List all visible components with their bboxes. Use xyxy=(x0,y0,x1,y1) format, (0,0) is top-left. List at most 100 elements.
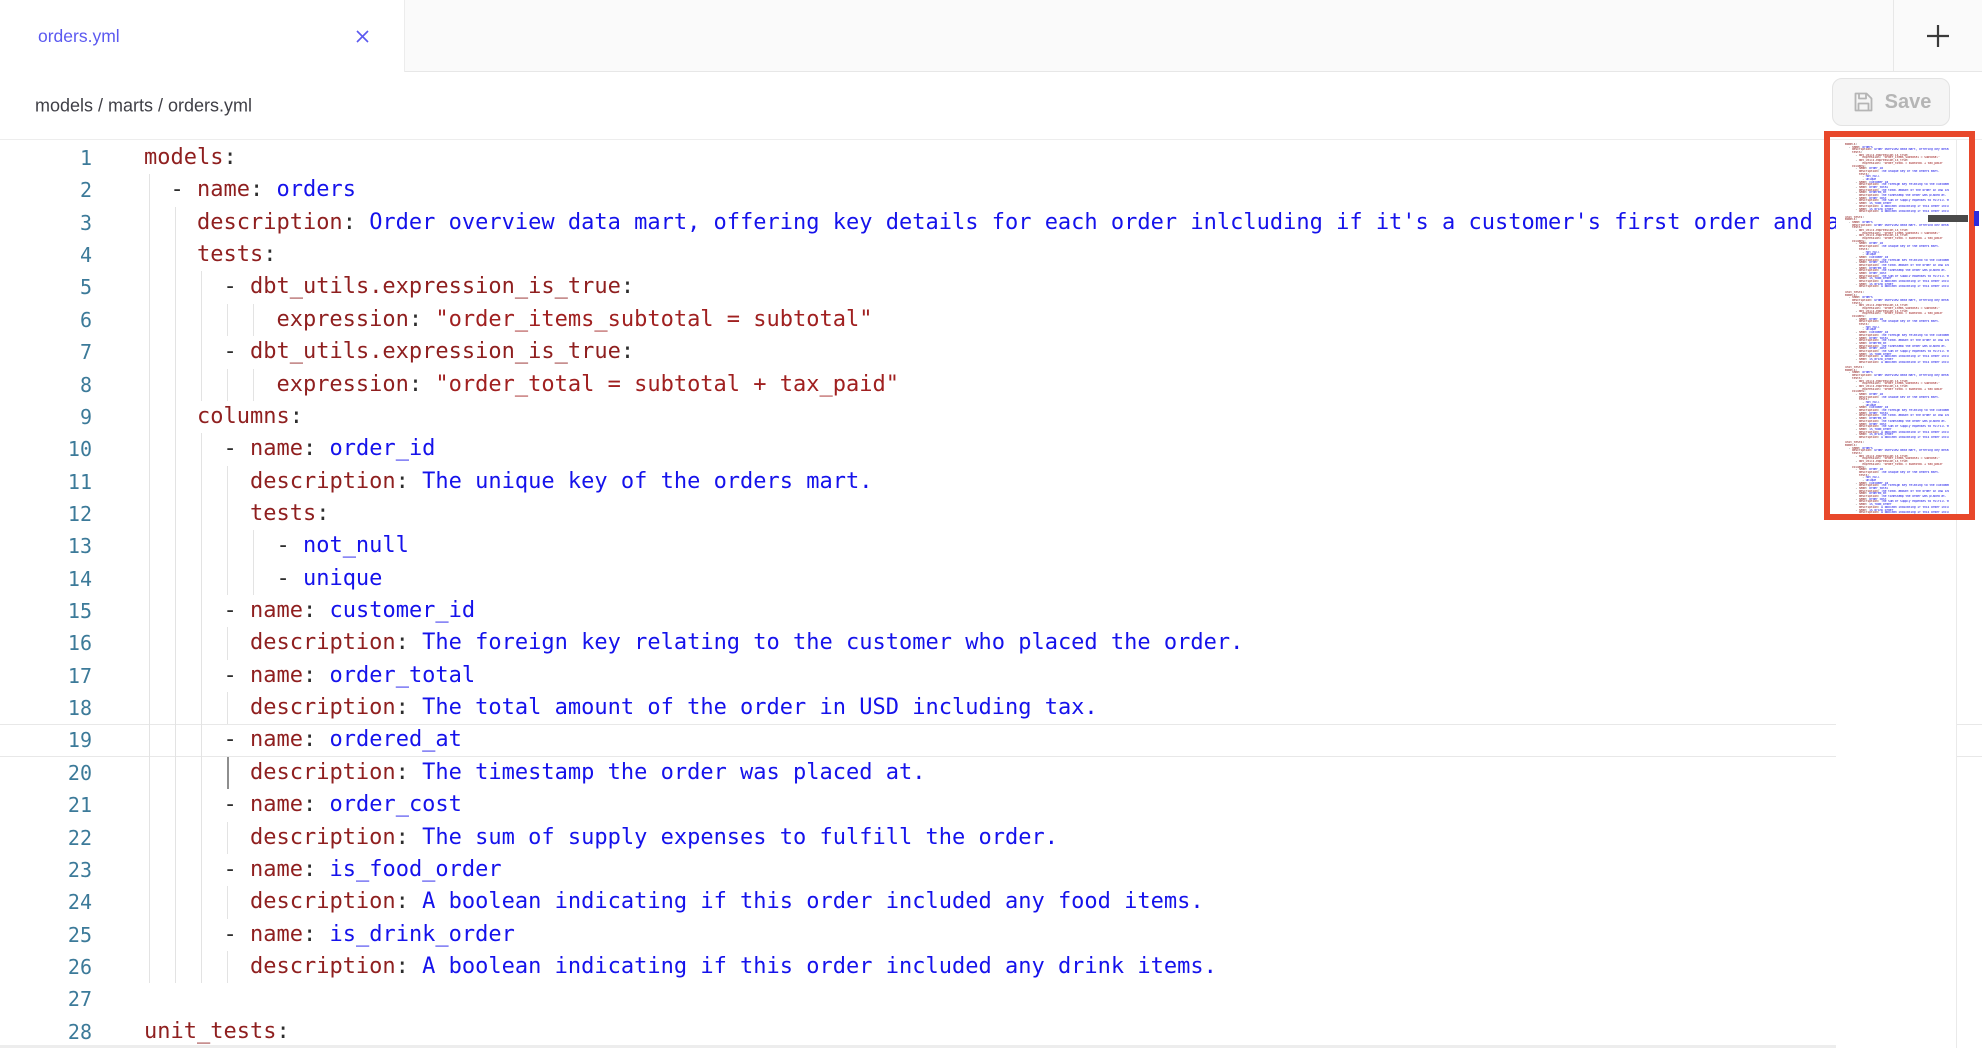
tab-bar-empty-space xyxy=(405,0,1893,71)
annotation-blue-tick xyxy=(1974,211,1979,226)
code-line[interactable]: 10 - name: order_id xyxy=(0,433,1982,465)
code-line[interactable]: 8 expression: "order_total = subtotal + … xyxy=(0,369,1982,401)
annotation-dash-handle xyxy=(1928,215,1968,222)
code-line[interactable]: 23 - name: is_food_order xyxy=(0,854,1982,886)
editor-right-border xyxy=(1956,140,1957,1048)
code-text: - not_null xyxy=(144,530,409,562)
line-number[interactable]: 20 xyxy=(0,757,92,789)
code-line[interactable]: 17 - name: order_total xyxy=(0,660,1982,692)
line-number[interactable]: 27 xyxy=(0,983,92,1015)
code-line[interactable]: 14 - unique xyxy=(0,563,1982,595)
code-text: - name: is_drink_order xyxy=(144,919,515,951)
minimap-line: description: A boolean indicating if thi… xyxy=(1845,436,1949,439)
code-text: - name: order_id xyxy=(144,433,435,465)
line-number[interactable]: 3 xyxy=(0,207,92,239)
line-number[interactable]: 16 xyxy=(0,627,92,659)
line-number[interactable]: 17 xyxy=(0,660,92,692)
new-tab-button[interactable] xyxy=(1893,0,1982,71)
code-line[interactable]: 22 description: The sum of supply expens… xyxy=(0,822,1982,854)
code-line[interactable]: 11 description: The unique key of the or… xyxy=(0,466,1982,498)
code-line[interactable]: 5 - dbt_utils.expression_is_true: xyxy=(0,271,1982,303)
line-number[interactable]: 10 xyxy=(0,433,92,465)
code-line[interactable]: 20 description: The timestamp the order … xyxy=(0,757,1982,789)
code-line[interactable]: 4 tests: xyxy=(0,239,1982,271)
code-text: - name: order_cost xyxy=(144,789,462,821)
code-text: description: A boolean indicating if thi… xyxy=(144,951,1217,983)
line-number[interactable]: 28 xyxy=(0,1016,92,1048)
line-number[interactable]: 21 xyxy=(0,789,92,821)
code-line[interactable]: 3 description: Order overview data mart,… xyxy=(0,207,1982,239)
code-line[interactable]: 6 expression: "order_items_subtotal = su… xyxy=(0,304,1982,336)
code-text: - dbt_utils.expression_is_true: xyxy=(144,336,634,368)
code-line[interactable]: 18 description: The total amount of the … xyxy=(0,692,1982,724)
code-line[interactable]: 26 description: A boolean indicating if … xyxy=(0,951,1982,983)
line-number[interactable]: 12 xyxy=(0,498,92,530)
line-number[interactable]: 6 xyxy=(0,304,92,336)
minimap-line: description: A boolean indicating if thi… xyxy=(1845,511,1949,514)
code-line[interactable]: 28 unit_tests: xyxy=(0,1016,1982,1048)
code-line[interactable]: 7 - dbt_utils.expression_is_true: xyxy=(0,336,1982,368)
code-line[interactable]: 15 - name: customer_id xyxy=(0,595,1982,627)
save-icon xyxy=(1851,90,1875,114)
line-number[interactable]: 18 xyxy=(0,692,92,724)
code-rows: 1 models:2 - name: orders3 description: O… xyxy=(0,142,1982,1048)
line-number[interactable]: 4 xyxy=(0,239,92,271)
line-number[interactable]: 24 xyxy=(0,886,92,918)
code-editor[interactable]: 1 models:2 - name: orders3 description: O… xyxy=(0,140,1982,1048)
code-line[interactable]: 27 xyxy=(0,983,1982,1015)
code-text: description: A boolean indicating if thi… xyxy=(144,886,1204,918)
line-number[interactable]: 9 xyxy=(0,401,92,433)
code-line[interactable]: 25 - name: is_drink_order xyxy=(0,919,1982,951)
minimap-line: unit_tests: xyxy=(1845,517,1949,520)
code-line[interactable]: 2 - name: orders xyxy=(0,174,1982,206)
code-line[interactable]: 21 - name: order_cost xyxy=(0,789,1982,821)
line-number[interactable]: 26 xyxy=(0,951,92,983)
code-text: - name: ordered_at xyxy=(144,724,462,756)
code-text: models: xyxy=(144,142,237,174)
code-text: description: Order overview data mart, o… xyxy=(144,207,1866,239)
plus-icon xyxy=(1925,23,1951,49)
code-line[interactable]: 13 - not_null xyxy=(0,530,1982,562)
code-text: - name: order_total xyxy=(144,660,475,692)
save-label: Save xyxy=(1885,91,1932,114)
line-number[interactable]: 25 xyxy=(0,919,92,951)
code-text: expression: "order_items_subtotal = subt… xyxy=(144,304,873,336)
line-number[interactable]: 13 xyxy=(0,530,92,562)
code-text: - dbt_utils.expression_is_true: xyxy=(144,271,634,303)
line-number[interactable]: 11 xyxy=(0,466,92,498)
line-number[interactable]: 19 xyxy=(0,724,92,756)
code-text: columns: xyxy=(144,401,303,433)
code-line[interactable]: 12 tests: xyxy=(0,498,1982,530)
line-number[interactable]: 15 xyxy=(0,595,92,627)
code-line[interactable]: 16 description: The foreign key relating… xyxy=(0,627,1982,659)
code-line[interactable]: 19 - name: ordered_at xyxy=(0,724,1982,756)
close-icon[interactable] xyxy=(353,27,372,46)
line-number[interactable]: 22 xyxy=(0,822,92,854)
code-text: expression: "order_total = subtotal + ta… xyxy=(144,369,899,401)
code-text: unit_tests: xyxy=(144,1016,290,1048)
code-text: - unique xyxy=(144,563,382,595)
minimap-content: models: - name: orders description: Orde… xyxy=(1836,140,1956,519)
line-number[interactable]: 2 xyxy=(0,174,92,206)
code-line[interactable]: 24 description: A boolean indicating if … xyxy=(0,886,1982,918)
line-number[interactable]: 7 xyxy=(0,336,92,368)
line-number[interactable]: 23 xyxy=(0,854,92,886)
code-text: tests: xyxy=(144,498,329,530)
code-text: - name: customer_id xyxy=(144,595,475,627)
code-text: tests: xyxy=(144,239,276,271)
line-number[interactable]: 14 xyxy=(0,563,92,595)
tab-bar: orders.yml xyxy=(0,0,1982,72)
line-number[interactable]: 5 xyxy=(0,271,92,303)
save-button[interactable]: Save xyxy=(1832,78,1950,126)
minimap[interactable]: models: - name: orders description: Orde… xyxy=(1836,140,1956,1048)
code-text: description: The sum of supply expenses … xyxy=(144,822,1058,854)
tab-orders-yml[interactable]: orders.yml xyxy=(0,0,405,72)
minimap-line: description: A boolean indicating if thi… xyxy=(1845,361,1949,364)
minimap-line: description: A boolean indicating if thi… xyxy=(1845,210,1949,213)
line-number[interactable]: 1 xyxy=(0,142,92,174)
code-line[interactable]: 9 columns: xyxy=(0,401,1982,433)
tab-label: orders.yml xyxy=(38,26,120,47)
code-text: description: The timestamp the order was… xyxy=(144,757,926,789)
code-line[interactable]: 1 models: xyxy=(0,142,1982,174)
line-number[interactable]: 8 xyxy=(0,369,92,401)
